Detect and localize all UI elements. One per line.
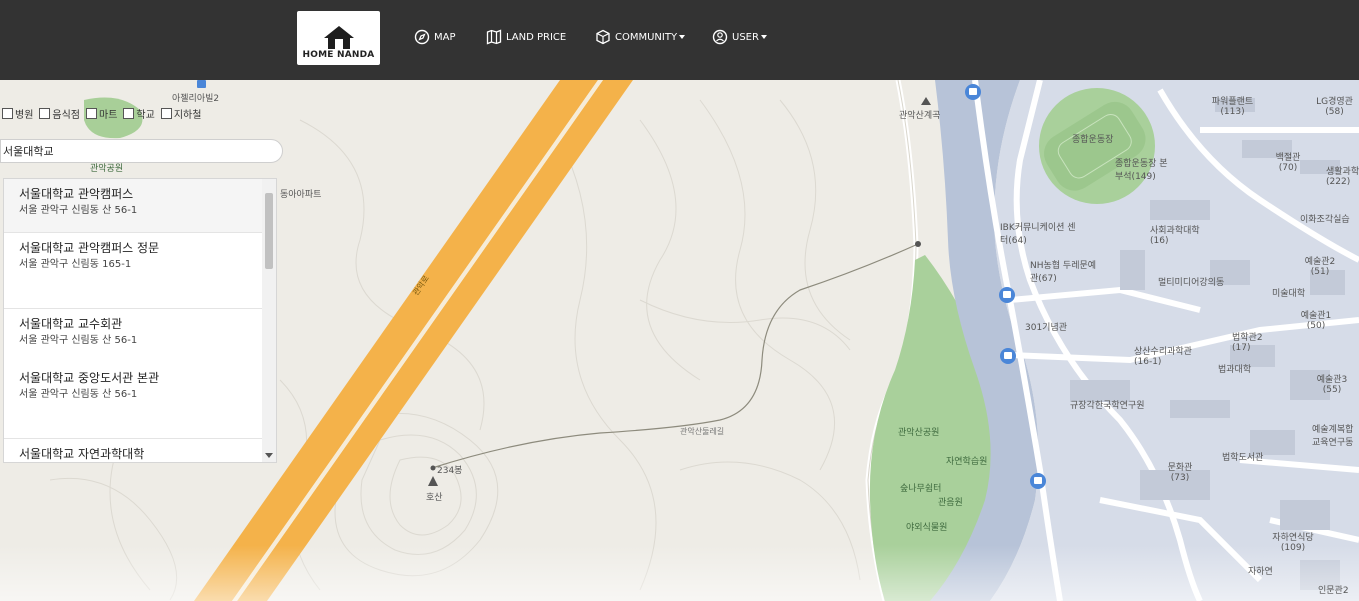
nav-land-price[interactable]: LAND PRICE [486, 28, 566, 46]
nav-map-label: MAP [434, 31, 456, 43]
result-name: 서울대학교 관악캠퍼스 정문 [19, 241, 160, 255]
filter-mart-label: 마트 [99, 109, 118, 121]
nav-user-dropdown[interactable]: USER [712, 28, 767, 46]
caret-down-icon [760, 35, 767, 39]
result-item[interactable]: 서울대학교 관악캠퍼스 정문 서울 관악구 신림동 165-1 [4, 233, 263, 309]
result-address: 서울 관악구 신림동 산 56-1 [19, 335, 138, 346]
map-label-apt: 동아아파트 [280, 190, 322, 200]
map-label-yutopia: 파워플랜트 (113) [1211, 97, 1254, 117]
map-label-law-library: 법학도서관 [1222, 453, 1264, 463]
map-label-social-sci: 사회과학대학 (16) [1150, 226, 1200, 246]
result-item[interactable]: 서울대학교 관악캠퍼스 서울 관악구 신림동 산 56-1 [4, 179, 263, 233]
filter-restaurant-label: 음식점 [52, 109, 81, 121]
result-item[interactable]: 서울대학교 교수회관 서울 관악구 신림동 산 56-1 [4, 309, 263, 363]
filter-restaurant-checkbox[interactable] [39, 107, 51, 119]
map-label-peak-height: 234봉 [437, 466, 463, 476]
map-label-ibk: IBK커뮤니케이션 센터(64) [1000, 223, 1076, 246]
search-results-list: 서울대학교 관악캠퍼스 서울 관악구 신림동 산 56-1 서울대학교 관악캠퍼… [3, 178, 277, 463]
map-label-ewha: 이화조각실습 [1300, 215, 1350, 225]
map-label-wild-garden: 야외식물원 [906, 523, 948, 533]
map-label-restaurant: 301기념관 [1025, 323, 1068, 333]
map-label-mountain-gate: 관악산계곡 [899, 111, 941, 121]
nav-community-dropdown[interactable]: COMMUNITY [595, 28, 686, 46]
result-name: 서울대학교 교수회관 [19, 317, 123, 331]
result-name: 서울대학교 관악캠퍼스 [19, 187, 134, 201]
map-label-villa: 아젤리아빌2 [172, 94, 220, 104]
top-navbar: HOME NANDA MAP LAND PRICE COMMUNITY USER [0, 0, 1359, 80]
result-item[interactable]: 서울대학교 자연과학대학 [4, 439, 263, 462]
map-label-law-school: 법과대학 [1218, 365, 1252, 375]
map-label-multimedia: 멀티미디어강의동 [1158, 278, 1225, 288]
scroll-down-arrow-icon[interactable] [265, 453, 273, 458]
map-label-hut: 숲나무쉼터 [900, 484, 942, 494]
category-filters: 병원 음식점 마트 학교 지하철 [2, 105, 201, 121]
filter-hospital[interactable]: 병원 [2, 106, 33, 121]
result-address: 서울 관악구 신림동 산 56-1 [19, 389, 138, 400]
map-label-nh: NH농협 두레문예관(67) [1030, 261, 1097, 284]
nav-map[interactable]: MAP [414, 28, 456, 46]
nav-community-label: COMMUNITY [615, 31, 678, 43]
map-label-lg: LG경영관 (58) [1316, 97, 1353, 117]
house-icon [323, 26, 354, 49]
filter-restaurant[interactable]: 음식점 [39, 106, 80, 121]
map-label-kyujang: 규장각한국학연구원 [1070, 401, 1145, 411]
map-label-gym: 종합운동장 본부석(149) [1115, 159, 1168, 182]
box-icon [596, 29, 610, 45]
filter-school[interactable]: 학교 [123, 106, 155, 121]
user-circle-icon [712, 29, 728, 45]
compass-icon [414, 29, 430, 45]
logo-text: HOME NANDA [302, 50, 375, 60]
filter-hospital-label: 병원 [15, 109, 34, 121]
map-label-life: 생활과학 (222) [1326, 167, 1359, 187]
map-label-edu: 예술계복합 교육연구동 [1312, 425, 1354, 448]
result-address: 서울 관악구 신림동 165-1 [19, 259, 132, 270]
filter-hospital-checkbox[interactable] [2, 107, 13, 119]
map-label-sangsan: 상산수리과학관 (16-1) [1134, 347, 1192, 367]
result-item[interactable]: 서울대학교 중앙도서관 본관 서울 관악구 신림동 산 56-1 [4, 363, 263, 439]
map-label-stadium: 종합운동장 [1072, 135, 1114, 145]
map-label-nature-obs: 자연학습원 [946, 457, 988, 467]
search-input[interactable]: 서울대학교 [0, 139, 283, 163]
map-label-pavilion: 관음원 [938, 498, 963, 508]
filter-mart[interactable]: 마트 [86, 106, 117, 121]
filter-subway-checkbox[interactable] [160, 107, 172, 119]
results-scrollbar[interactable] [262, 179, 276, 462]
nav-land-price-label: LAND PRICE [506, 31, 567, 43]
map-label-trail: 관악산둘레길 [680, 427, 725, 436]
map-label-baekjeol: 백절관 (70) [1275, 153, 1301, 173]
map-label-peak-name: 호산 [426, 493, 443, 503]
map-label-art2: 예술관2 (51) [1304, 257, 1336, 277]
map-label-art3: 예술관3 (55) [1316, 375, 1348, 395]
result-name: 서울대학교 자연과학대학 [19, 447, 145, 461]
map-label-munhwa: 문화관 (73) [1167, 463, 1193, 483]
map-label-inmun: 인문관2 [1318, 586, 1349, 596]
result-name: 서울대학교 중앙도서관 본관 [19, 371, 160, 385]
nav-user-label: USER [732, 31, 759, 43]
home-nanda-logo[interactable]: HOME NANDA [297, 11, 380, 65]
filter-subway[interactable]: 지하철 [160, 106, 202, 121]
map-label-jahayeon2: 자하연 [1248, 567, 1273, 577]
map-label-art1: 예술관1 (50) [1300, 311, 1332, 331]
map-label-law2: 법학관2 (17) [1232, 333, 1263, 353]
filter-school-checkbox[interactable] [123, 107, 135, 119]
map-label-jahayeon: 자하연식당 (109) [1272, 533, 1314, 553]
caret-down-icon [679, 35, 686, 39]
map-label-gwanak-park: 관악산공원 [898, 428, 940, 438]
scrollbar-thumb[interactable] [265, 193, 273, 269]
map-label-art-college: 미술대학 [1272, 289, 1306, 299]
map-icon [486, 29, 502, 45]
filter-mart-checkbox[interactable] [86, 107, 98, 119]
filter-subway-label: 지하철 [173, 109, 202, 121]
result-address: 서울 관악구 신림동 산 56-1 [19, 205, 138, 216]
filter-school-label: 학교 [136, 109, 155, 121]
